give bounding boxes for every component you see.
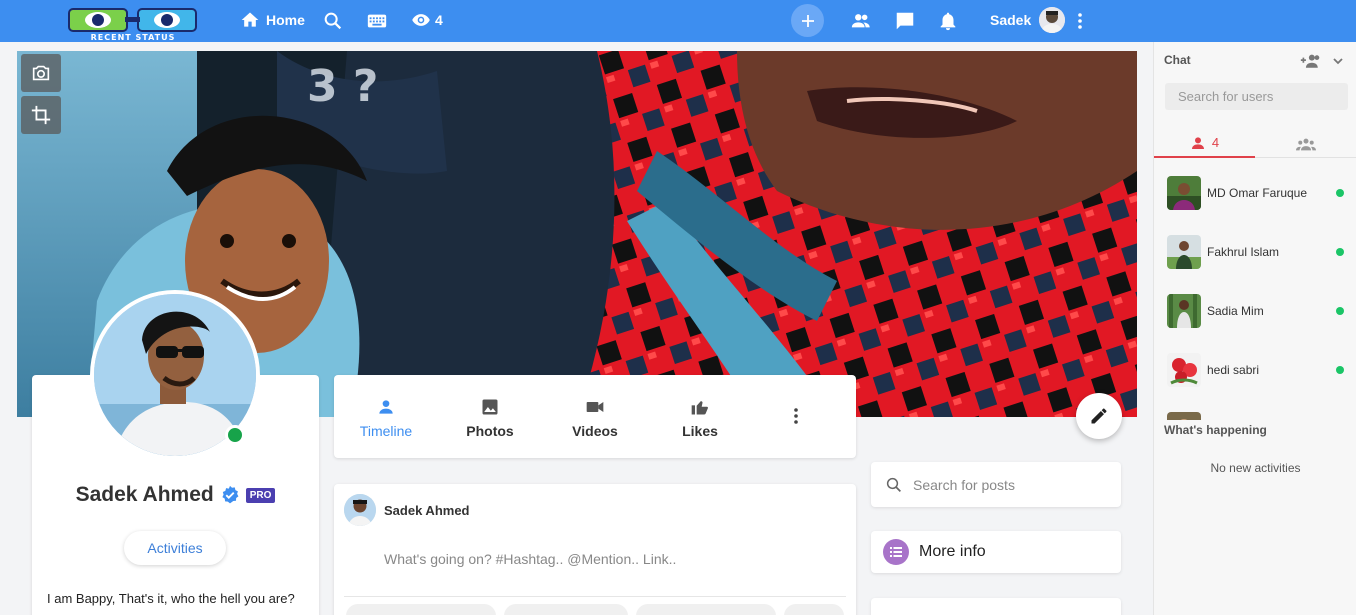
more-vertical-icon[interactable] <box>792 407 800 425</box>
tab-likes[interactable]: Likes <box>655 397 745 439</box>
chat-user-avatar <box>1167 294 1201 328</box>
chat-user-item[interactable]: Fakhrul Islam <box>1154 227 1356 277</box>
publisher-option-button[interactable] <box>636 604 776 615</box>
pro-badge: PRO <box>245 487 276 503</box>
whats-happening-title: What's happening <box>1164 423 1267 437</box>
verified-icon <box>222 485 239 504</box>
chat-user-name: hedi sabri <box>1207 363 1260 377</box>
crop-cover-button[interactable] <box>21 96 61 134</box>
publisher-option-button[interactable] <box>504 604 628 615</box>
video-icon <box>586 402 604 412</box>
tab-likes-label: Likes <box>682 423 718 439</box>
tab-videos-label: Videos <box>572 423 618 439</box>
user-menu[interactable]: Sadek <box>990 7 1066 33</box>
group-icon <box>1296 138 1316 150</box>
online-status-dot <box>225 425 245 445</box>
friends-card <box>871 598 1121 615</box>
chat-search-input[interactable] <box>1165 83 1348 110</box>
home-icon <box>241 12 259 27</box>
online-status-dot <box>1336 366 1344 374</box>
chat-header-actions <box>1300 52 1344 70</box>
tab-timeline-label: Timeline <box>359 423 413 439</box>
messages-icon[interactable] <box>894 10 916 32</box>
online-count: 4 <box>1211 135 1220 150</box>
chat-title: Chat <box>1164 53 1191 67</box>
chat-tab-groups[interactable] <box>1255 129 1356 158</box>
chevron-down-icon[interactable] <box>1332 55 1344 67</box>
thumb-up-icon <box>691 401 708 415</box>
photo-icon <box>482 399 498 415</box>
publisher-option-button[interactable] <box>784 604 844 615</box>
plus-icon <box>801 14 814 27</box>
change-cover-button[interactable] <box>21 54 61 92</box>
chat-user-name: Fakhrul Islam <box>1207 245 1280 259</box>
profile-name: Sadek Ahmed <box>75 483 214 506</box>
search-icon <box>886 477 901 492</box>
activities-button[interactable]: Activities <box>124 531 226 565</box>
edit-cover-button[interactable] <box>1076 393 1122 439</box>
person-icon <box>1191 136 1204 149</box>
top-navbar: RECENT STATUS Home 4 Sadek <box>0 0 1356 42</box>
nav-user-name: Sadek <box>990 12 1032 28</box>
chat-tabs: 4 <box>1154 129 1356 158</box>
post-input[interactable]: What's going on? #Hashtag.. @Mention.. L… <box>384 551 676 567</box>
search-icon[interactable] <box>322 10 344 32</box>
tab-photos[interactable]: Photos <box>445 397 535 439</box>
create-button[interactable] <box>791 4 824 37</box>
no-activities-text: No new activities <box>1210 461 1301 475</box>
add-group-icon[interactable] <box>1300 52 1322 70</box>
views-count: 4 <box>435 12 443 28</box>
publisher-option-button[interactable] <box>346 604 496 615</box>
person-icon <box>379 400 393 414</box>
nav-home-label: Home <box>266 12 305 28</box>
friends-icon[interactable] <box>850 10 872 32</box>
online-status-dot <box>1336 189 1344 197</box>
tab-timeline[interactable]: Timeline <box>341 397 431 439</box>
keyboard-icon[interactable] <box>366 10 388 32</box>
chat-user-avatar <box>1167 353 1201 387</box>
search-posts-input[interactable]: Search for posts <box>871 462 1121 507</box>
chat-user-item[interactable]: hedi sabri <box>1154 345 1356 395</box>
chat-sidebar: Chat 4 MD Omar Faruque Fakhrul Islam <box>1153 42 1356 615</box>
online-status-dot <box>1336 248 1344 256</box>
bell-icon[interactable] <box>937 10 959 32</box>
online-status-dot <box>1336 307 1344 315</box>
tab-videos[interactable]: Videos <box>550 397 640 439</box>
profile-bio: I am Bappy, That's it, who the hell you … <box>47 591 295 606</box>
chat-user-avatar <box>1167 176 1201 210</box>
nav-user-avatar <box>1039 7 1066 33</box>
search-posts-placeholder: Search for posts <box>913 476 1015 493</box>
camera-icon <box>32 65 50 81</box>
nav-views[interactable]: 4 <box>411 10 443 30</box>
post-publisher: Sadek Ahmed What's going on? #Hashtag.. … <box>334 484 856 615</box>
more-vertical-icon[interactable] <box>1076 12 1084 30</box>
more-info-button[interactable]: More info <box>871 531 1121 573</box>
chat-tab-online[interactable]: 4 <box>1154 129 1255 158</box>
eye-icon <box>412 14 430 26</box>
svg-text:3 ?: 3 ? <box>307 61 378 112</box>
chat-user-item[interactable]: Sadia Mim <box>1154 286 1356 336</box>
logo-text: RECENT STATUS <box>90 33 176 42</box>
chat-user-list: MD Omar Faruque Fakhrul Islam Sadia Mim … <box>1154 168 1356 420</box>
chat-user-item[interactable]: MD Omar Faruque <box>1154 168 1356 218</box>
chat-user-avatar <box>1167 412 1201 420</box>
chat-user-name: Sadia Mim <box>1207 304 1264 318</box>
publisher-avatar <box>344 494 376 526</box>
chat-user-avatar <box>1167 235 1201 269</box>
pencil-icon <box>1091 408 1107 424</box>
profile-name-row: Sadek Ahmed PRO <box>32 483 319 507</box>
crop-icon <box>31 105 51 125</box>
tab-photos-label: Photos <box>466 423 514 439</box>
divider <box>344 596 846 597</box>
more-info-label: More info <box>919 543 986 560</box>
chat-user-item[interactable] <box>1154 404 1356 420</box>
profile-tabs: Timeline Photos Videos Likes <box>334 375 856 458</box>
list-icon <box>883 539 909 565</box>
chat-user-name: MD Omar Faruque <box>1207 186 1308 200</box>
publisher-user-name: Sadek Ahmed <box>384 503 470 518</box>
nav-home-link[interactable]: Home <box>240 10 305 30</box>
